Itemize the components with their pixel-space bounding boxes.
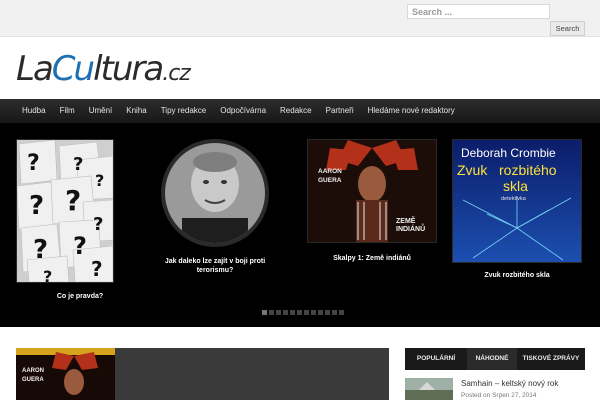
tab-popular[interactable]: POPULÁRNÍ [405, 348, 467, 370]
logo-text-cu: Cu [51, 49, 95, 89]
svg-text:?: ? [43, 267, 52, 282]
logo-text-la: La [16, 49, 54, 89]
slider-pagination [262, 310, 344, 315]
site-header: La Cu ltura .cz [0, 37, 600, 99]
nav-item-redakce[interactable]: Redakce [273, 99, 319, 123]
slider-dot[interactable] [290, 310, 295, 315]
featured-article[interactable]: AARON GUERA [16, 348, 389, 400]
slide-4-cover-author: Deborah Crombie [461, 146, 556, 160]
slide-2-image[interactable] [161, 139, 269, 247]
slider-dot[interactable] [325, 310, 330, 315]
svg-text:?: ? [93, 214, 103, 235]
nav-item-hudba[interactable]: Hudba [16, 99, 53, 123]
nav-item-hledame-redaktory[interactable]: Hledáme nové redaktory [361, 99, 462, 123]
svg-text:?: ? [95, 171, 104, 190]
top-bar: Search [0, 0, 600, 37]
logo-text-cz: .cz [162, 61, 191, 86]
nav-item-umeni[interactable]: Umění [82, 99, 120, 123]
nav-item-tipy-redakce[interactable]: Tipy redakce [154, 99, 214, 123]
slider-dot[interactable] [276, 310, 281, 315]
slide-3-cover-title: ZEMĚ INDIÁNŮ [396, 218, 426, 233]
slide-4-cover-genre: detektivka [501, 196, 526, 202]
nav-item-partneri[interactable]: Partneři [319, 99, 361, 123]
slide-4-cover-title-1: Zvuk [457, 162, 488, 178]
slide-4-cover-title-2: rozbitého [499, 162, 557, 178]
nav-item-odpocivarna[interactable]: Odpočívárna [213, 99, 273, 123]
featured-article-thumbnail[interactable]: AARON GUERA [16, 348, 115, 400]
post-title-link[interactable]: Samhain – keltský nový rok [461, 379, 558, 388]
svg-text:?: ? [91, 257, 103, 281]
post-date: Posted on Srpen 27, 2014 [461, 392, 537, 399]
slide-1-caption[interactable]: Co je pravda? [16, 292, 144, 301]
nav-item-film[interactable]: Film [53, 99, 82, 123]
slider-dot[interactable] [304, 310, 309, 315]
slider-dot[interactable] [297, 310, 302, 315]
featured-slider: ? ? ? ? ? ? ? ? ? ? Co je pravda? Jak da… [0, 123, 600, 327]
sidebar-tabs: POPULÁRNÍ NÁHODNÉ TISKOVÉ ZPRÁVY [405, 348, 585, 370]
svg-text:?: ? [73, 232, 87, 260]
portrait-image [165, 143, 265, 243]
tab-random[interactable]: NÁHODNÉ [467, 348, 517, 370]
logo-text-ltura: ltura [93, 49, 164, 89]
slide-3-cover-sub: GUERA [318, 177, 342, 184]
svg-text:?: ? [33, 235, 48, 265]
search-input[interactable] [407, 4, 550, 19]
svg-text:?: ? [27, 151, 40, 176]
slider-dot[interactable] [269, 310, 274, 315]
site-logo[interactable]: La Cu ltura .cz [16, 49, 191, 89]
slide-1-image[interactable]: ? ? ? ? ? ? ? ? ? ? [16, 139, 114, 286]
slide-4-cover-title-3: skla [503, 178, 528, 194]
featured-article-image [16, 348, 115, 400]
svg-text:?: ? [29, 191, 44, 221]
slide-3-caption[interactable]: Skalpy 1: Země indiánů [307, 254, 437, 263]
question-marks-image: ? ? ? ? ? ? ? ? ? ? [16, 139, 114, 286]
slider-dot[interactable] [311, 310, 316, 315]
slide-2-caption[interactable]: Jak daleko lze zajít v boji proti terori… [160, 257, 270, 275]
featured-cover-sub: GUERA [22, 377, 44, 383]
slider-dot[interactable] [283, 310, 288, 315]
slide-4-caption[interactable]: Zvuk rozbitého skla [452, 271, 582, 280]
nav-item-kniha[interactable]: Kniha [119, 99, 153, 123]
post-thumbnail-image [405, 378, 453, 400]
slider-dot[interactable] [339, 310, 344, 315]
slider-dot[interactable] [318, 310, 323, 315]
post-thumbnail[interactable] [405, 378, 453, 400]
slider-dot[interactable] [262, 310, 267, 315]
svg-text:?: ? [73, 154, 83, 175]
svg-text:?: ? [65, 184, 81, 217]
tab-press-releases[interactable]: TISKOVÉ ZPRÁVY [517, 348, 585, 370]
slide-4-image[interactable]: Deborah Crombie Zvuk rozbitého skla dete… [452, 139, 582, 263]
featured-cover-top: AARON [22, 368, 44, 374]
search-button[interactable]: Search [550, 21, 585, 36]
main-nav: Hudba Film Umění Kniha Tipy redakce Odpo… [0, 99, 600, 123]
slide-3-cover-top: AARON [318, 168, 342, 175]
slider-dot[interactable] [332, 310, 337, 315]
slide-3-image[interactable]: AARON GUERA ZEMĚ INDIÁNŮ [307, 139, 437, 243]
